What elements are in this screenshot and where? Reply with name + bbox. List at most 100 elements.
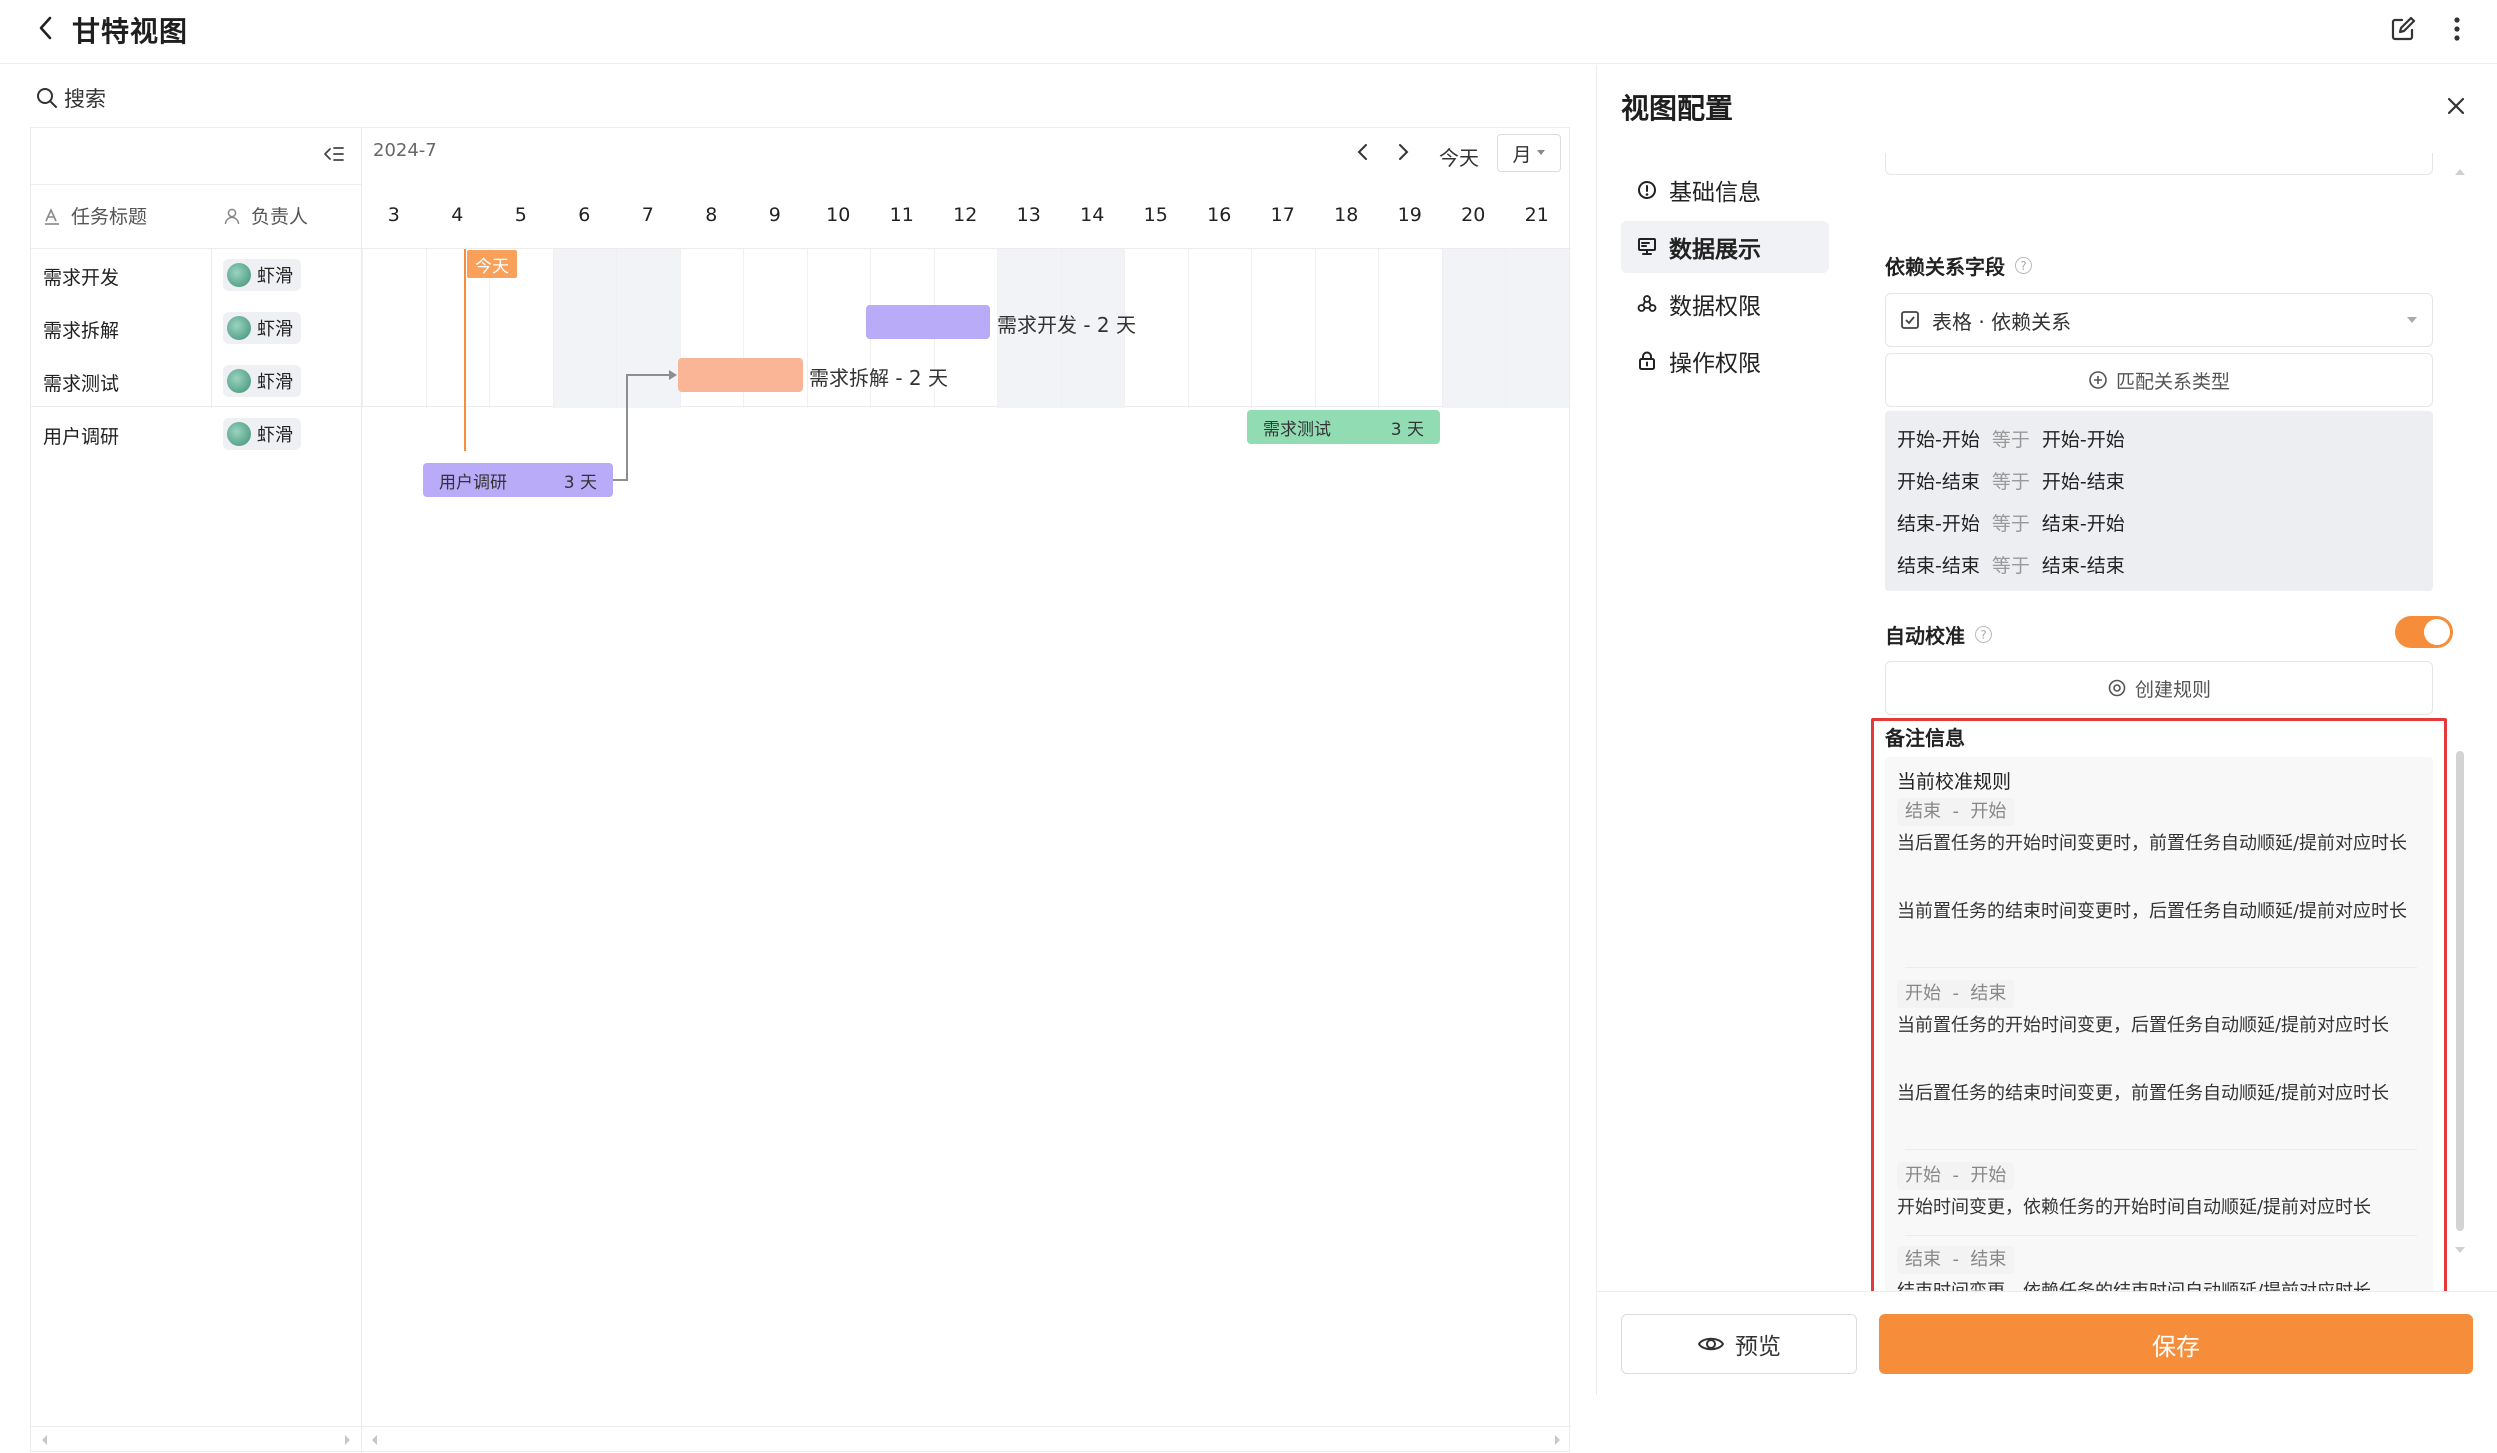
today-marker: 今天 <box>467 250 517 278</box>
nav-label: 基础信息 <box>1669 180 1761 206</box>
gantt-bar-research-name: 用户调研 <box>439 472 507 493</box>
weekend-column <box>1441 249 1505 408</box>
edit-button[interactable] <box>2386 12 2420 46</box>
avatar <box>227 316 251 340</box>
gantt-bar-test-name: 需求测试 <box>1263 419 1331 440</box>
config-title: 视图配置 <box>1621 92 1734 125</box>
help-icon[interactable]: ? <box>2015 257 2032 274</box>
info-icon <box>1637 180 1657 200</box>
back-button[interactable] <box>30 12 62 44</box>
more-button[interactable] <box>2442 12 2472 46</box>
gantt-bar-test-days: 3 天 <box>1390 419 1424 440</box>
gantt-region: 搜索 任务标题 负责人 2024-7 今天 月 3 4 5 6 7 8 9 10… <box>0 65 1596 1453</box>
match-relation-button[interactable]: 匹配关系类型 <box>1885 353 2433 407</box>
rule-tag: 开始 - 结束 <box>1897 979 2417 1009</box>
task-title[interactable]: 需求开发 <box>43 263 119 290</box>
dependency-field-title: 依赖关系字段 ? <box>1885 251 2032 280</box>
nav-data-display[interactable]: 数据展示 <box>1621 221 1829 273</box>
day-label: 15 <box>1143 204 1168 226</box>
task-title[interactable]: 需求测试 <box>43 369 119 396</box>
rule-description: 当前置任务的开始时间变更，后置任务自动顺延/提前对应时长 <box>1897 1015 2390 1036</box>
task-title[interactable]: 需求拆解 <box>43 316 119 343</box>
day-label: 19 <box>1397 204 1422 226</box>
save-button[interactable]: 保存 <box>1879 1314 2473 1374</box>
plus-circle-icon <box>2088 370 2108 390</box>
chevron-left-icon <box>36 15 56 41</box>
day-label: 17 <box>1270 204 1295 226</box>
nav-label: 操作权限 <box>1669 351 1761 377</box>
display-icon <box>1637 237 1657 257</box>
dependency-arrow <box>613 370 677 481</box>
relation-row: 结束-结束 等于 结束-结束 <box>1897 555 2125 577</box>
top-bar: 甘特视图 <box>0 0 2497 64</box>
previous-field-box <box>1885 153 2433 175</box>
list-horizontal-scrollbar[interactable] <box>41 1430 351 1450</box>
settings-scrollbar[interactable] <box>2453 161 2467 1261</box>
assignee-chip[interactable]: 虾滑 <box>223 365 301 397</box>
day-label: 10 <box>826 204 851 226</box>
day-grid-line <box>1314 249 1316 408</box>
lock-icon <box>1637 351 1657 371</box>
day-grid-line <box>1441 249 1443 408</box>
rule-description: 当后置任务的开始时间变更时，前置任务自动顺延/提前对应时长 <box>1897 833 2408 854</box>
config-footer: 预览 保存 <box>1597 1291 2497 1395</box>
rule-tag: 开始 - 开始 <box>1897 1161 2417 1191</box>
current-rule-title: 当前校准规则 <box>1897 771 2012 793</box>
day-label: 6 <box>578 204 591 226</box>
create-rule-button[interactable]: 创建规则 <box>1885 661 2433 715</box>
assignee-chip[interactable]: 虾滑 <box>223 312 301 344</box>
weekend-column <box>1505 249 1569 408</box>
day-label: 18 <box>1334 204 1359 226</box>
today-line <box>464 249 466 451</box>
close-button[interactable] <box>2439 89 2473 123</box>
gantt-bar-dev[interactable] <box>866 305 990 339</box>
nav-data-permission[interactable]: 数据权限 <box>1621 278 1829 330</box>
view-config-panel: 视图配置 基础信息 数据展示 数据权限 操作权限 依赖关系字段 ? 表格 · 依… <box>1596 65 2497 1395</box>
gantt-bar-dev-label: 需求开发 - 2 天 <box>997 313 1137 337</box>
assignee-name: 虾滑 <box>257 372 293 393</box>
day-label: 7 <box>641 204 654 226</box>
dependency-field-title-text: 依赖关系字段 <box>1885 255 2005 279</box>
notes-divider <box>1905 967 2417 968</box>
notes-divider <box>1905 1149 2417 1150</box>
search-bar[interactable]: 搜索 <box>36 83 106 113</box>
avatar <box>227 369 251 393</box>
match-relation-label: 匹配关系类型 <box>2115 370 2230 393</box>
rule-description: 当后置任务的结束时间变更，前置任务自动顺延/提前对应时长 <box>1897 1083 2390 1104</box>
day-label: 8 <box>705 204 718 226</box>
dependency-field-select[interactable]: 表格 · 依赖关系 <box>1885 293 2433 347</box>
settings-circle-icon <box>2107 678 2127 698</box>
timeline-horizontal-scrollbar[interactable] <box>371 1430 1561 1450</box>
assignee-chip[interactable]: 虾滑 <box>223 418 301 450</box>
gantt-bar-research[interactable]: 用户调研 3 天 <box>423 463 613 497</box>
task-title[interactable]: 用户调研 <box>43 422 119 449</box>
day-grid-line <box>552 249 554 408</box>
gantt-bar-split[interactable] <box>678 358 803 392</box>
auto-calibrate-toggle[interactable] <box>2395 616 2453 648</box>
edit-icon <box>2389 15 2417 43</box>
day-label: 21 <box>1524 204 1549 226</box>
gantt-bar-test[interactable]: 需求测试 3 天 <box>1247 410 1440 444</box>
search-icon <box>36 87 58 109</box>
help-icon[interactable]: ? <box>1975 626 1992 643</box>
day-grid-line <box>1505 249 1506 408</box>
rule-description: 开始时间变更，依赖任务的开始时间自动顺延/提前对应时长 <box>1897 1197 2372 1218</box>
day-label: 20 <box>1461 204 1486 226</box>
nav-label: 数据展示 <box>1669 237 1761 263</box>
dependency-field-value: 表格 · 依赖关系 <box>1932 309 2072 334</box>
day-grid-line <box>806 249 808 408</box>
nav-basic-info[interactable]: 基础信息 <box>1621 164 1829 216</box>
more-vertical-icon <box>2453 16 2461 42</box>
day-label: 3 <box>387 204 400 226</box>
assignee-name: 虾滑 <box>257 425 293 446</box>
relation-row: 开始-结束 等于 开始-结束 <box>1897 471 2125 493</box>
preview-button[interactable]: 预览 <box>1621 1314 1857 1374</box>
day-grid-line <box>425 249 427 408</box>
day-label: 14 <box>1080 204 1105 226</box>
relation-mapping-list: 开始-开始 等于 开始-开始 开始-结束 等于 开始-结束 结束-开始 等于 结束-开始 结… <box>1885 411 2433 591</box>
assignee-chip[interactable]: 虾滑 <box>223 259 301 291</box>
scrollbar-thumb[interactable] <box>2456 751 2464 1231</box>
day-grid-line <box>1378 249 1379 408</box>
nav-operation-permission[interactable]: 操作权限 <box>1621 335 1829 387</box>
day-label: 12 <box>953 204 978 226</box>
